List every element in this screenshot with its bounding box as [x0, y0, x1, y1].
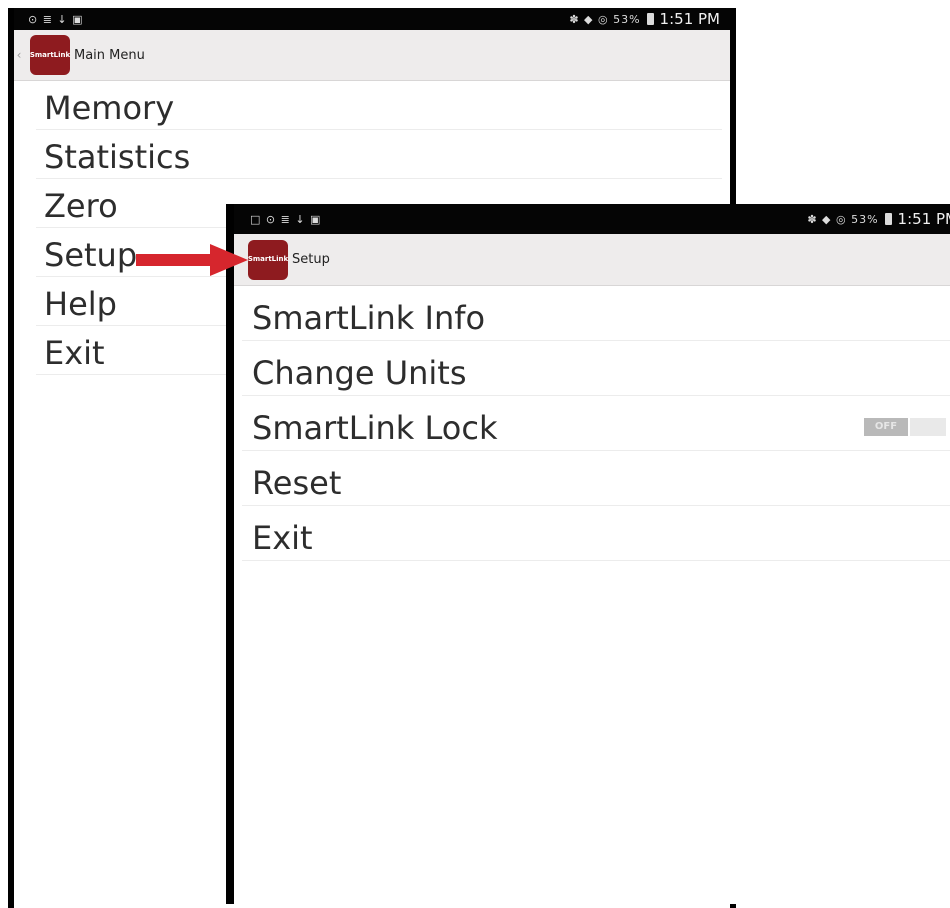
menu-item-smartlink-lock[interactable]: SmartLink Lock OFF [242, 396, 950, 451]
toggle-off-label: OFF [864, 418, 908, 436]
menu-item-exit[interactable]: Exit [242, 506, 950, 561]
logo-text: SmartLink [29, 50, 71, 59]
status-bar: ⊙ ≣ ↓ ▣ ✽ ◆ ◎ 53% 1:51 PM [14, 8, 730, 30]
notification-icons: □ ⊙ ≣ ↓ ▣ [250, 212, 322, 226]
clock: 1:51 PM [659, 10, 720, 28]
action-bar: ‹ SmartLink Main Menu [14, 30, 730, 81]
setup-screen: □ ⊙ ≣ ↓ ▣ ✽ ◆ ◎ 53% 1:51 PM SmartLink Se… [228, 204, 950, 904]
arrow-head [210, 244, 248, 276]
battery-icon [884, 213, 892, 225]
chevron-left-icon[interactable]: ‹ [14, 48, 24, 62]
menu-item-change-units[interactable]: Change Units [242, 341, 950, 396]
menu-item-smartlink-info[interactable]: SmartLink Info [242, 286, 950, 341]
menu-item-reset[interactable]: Reset [242, 451, 950, 506]
notification-icons: ⊙ ≣ ↓ ▣ [28, 12, 84, 26]
status-bar: □ ⊙ ≣ ↓ ▣ ✽ ◆ ◎ 53% 1:51 PM [234, 204, 950, 234]
red-arrow-icon [136, 244, 248, 276]
system-icons: ✽ ◆ ◎ 53% [569, 12, 641, 26]
toggle-track [908, 418, 946, 436]
clock: 1:51 PM [897, 210, 950, 228]
page-title: Main Menu [74, 47, 145, 63]
app-logo-icon[interactable]: SmartLink [30, 35, 70, 75]
action-bar: SmartLink Setup [234, 234, 950, 286]
menu-item-memory[interactable]: Memory [36, 81, 722, 130]
logo-text: SmartLink [247, 255, 289, 263]
menu-item-statistics[interactable]: Statistics [36, 130, 722, 179]
lock-toggle-switch[interactable]: OFF [864, 418, 946, 436]
system-icons: ✽ ◆ ◎ 53% [807, 212, 879, 226]
menu-item-label: SmartLink Lock [252, 409, 498, 447]
app-logo-icon[interactable]: SmartLink [247, 239, 289, 280]
battery-icon [646, 13, 654, 25]
page-title: Setup [292, 252, 330, 267]
setup-menu-list: SmartLink Info Change Units SmartLink Lo… [234, 286, 950, 561]
arrow-shaft [136, 254, 214, 266]
